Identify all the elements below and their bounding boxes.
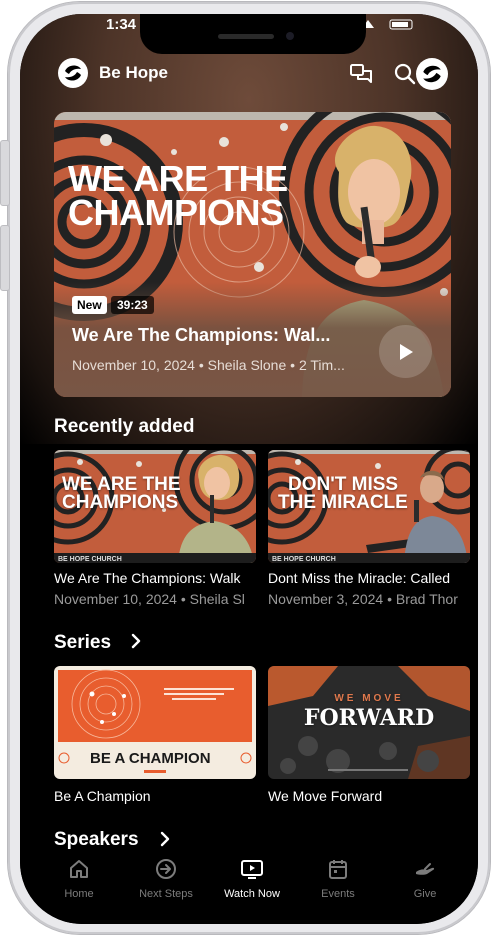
hero-meta: November 10, 2024 • Sheila Slone • 2 Tim… <box>72 357 345 373</box>
tab-next-steps[interactable]: Next Steps <box>121 857 211 900</box>
chat-icon[interactable] <box>348 61 374 87</box>
featured-hero-card[interactable]: WE ARE THE CHAMPIONS New 39:23 We Are Th… <box>54 112 451 397</box>
search-icon[interactable] <box>392 61 418 87</box>
hero-title: We Are The Champions: Wal... <box>72 325 331 345</box>
series-thumbnail: WE MOVE FORWARD <box>268 666 470 779</box>
play-icon <box>399 343 413 360</box>
recent-card-1[interactable]: BE HOPE CHURCH WE ARE THE CHAMPIONS We A… <box>54 450 256 607</box>
recent-card-title: Dont Miss the Miracle: Called <box>268 570 451 586</box>
series-card-1[interactable]: BE A CHAMPION Be A Champion <box>54 666 256 804</box>
series-card-title: Be A Champion <box>54 788 151 804</box>
tab-events[interactable]: Events <box>293 857 383 900</box>
status-time: 1:34 <box>106 16 137 33</box>
tv-play-icon <box>240 857 264 881</box>
new-badge: New <box>72 296 107 314</box>
arrow-circle-icon <box>154 857 178 881</box>
speakers-heading[interactable]: Speakers <box>54 829 139 851</box>
tab-home[interactable]: Home <box>34 857 124 900</box>
series-art-text: WE MOVE FORWARD <box>303 693 435 731</box>
status-icons <box>358 18 418 33</box>
series-heading[interactable]: Series <box>54 632 111 654</box>
side-button <box>0 225 10 291</box>
play-button[interactable] <box>379 325 432 378</box>
recent-card-title: We Are The Champions: Walk <box>54 570 241 586</box>
tab-watch-now[interactable]: Watch Now <box>207 857 297 900</box>
series-art-text: BE A CHAMPION <box>90 750 211 767</box>
recent-thumb-text: DON'T MISS THE MIRACLE <box>278 474 408 513</box>
svg-text:BE HOPE CHURCH: BE HOPE CHURCH <box>58 556 122 563</box>
top-bar: Be Hope <box>58 58 448 92</box>
recent-card-meta: November 3, 2024 • Brad Thor <box>268 591 458 607</box>
recent-thumbnail: BE HOPE CHURCH DON'T MISS THE MIRACLE <box>268 450 470 563</box>
series-card-2[interactable]: WE MOVE FORWARD We Move Forward <box>268 666 470 804</box>
recent-thumb-text: WE ARE THE CHAMPIONS <box>62 474 181 513</box>
recent-thumbnail: BE HOPE CHURCH WE ARE THE CHAMPIONS <box>54 450 256 563</box>
svg-text:BE HOPE CHURCH: BE HOPE CHURCH <box>272 556 336 563</box>
hero-art-title: WE ARE THE CHAMPIONS <box>68 158 288 233</box>
app-title: Be Hope <box>99 63 168 82</box>
duration-badge: 39:23 <box>111 296 154 314</box>
tab-give[interactable]: Give <box>380 857 470 900</box>
screen: 1:34 Be Hope WE ARE THE CHAMPIONS New 39… <box>20 14 478 924</box>
side-button <box>0 140 10 206</box>
notch <box>140 14 366 54</box>
tab-bar: Home Next Steps Watch Now Events Give <box>20 857 478 924</box>
calendar-icon <box>326 857 350 881</box>
recently-added-heading: Recently added <box>54 416 195 437</box>
recent-card-2[interactable]: BE HOPE CHURCH DON'T MISS THE MIRACLE Do… <box>268 450 470 607</box>
hand-give-icon <box>413 857 437 881</box>
speakers-chevron-icon[interactable] <box>159 830 171 853</box>
app-logo-icon[interactable] <box>58 58 88 88</box>
series-card-title: We Move Forward <box>268 788 383 804</box>
series-thumbnail: BE A CHAMPION <box>54 666 256 779</box>
series-chevron-icon[interactable] <box>130 632 142 655</box>
profile-avatar[interactable] <box>416 58 448 90</box>
home-icon <box>67 857 91 881</box>
recent-card-meta: November 10, 2024 • Sheila Sl <box>54 591 245 607</box>
